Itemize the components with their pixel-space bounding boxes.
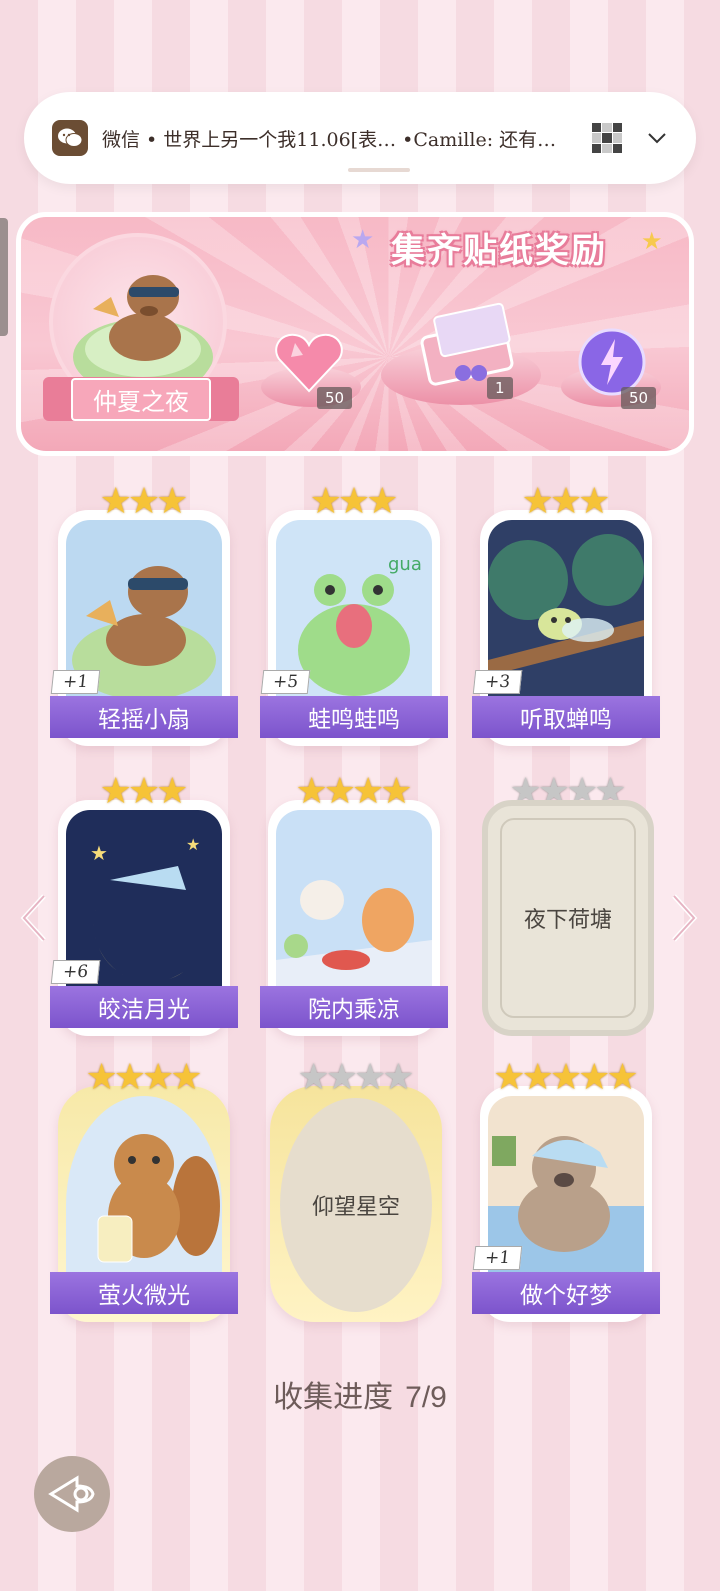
sticker-label: 蛙鸣蛙鸣 <box>260 696 448 738</box>
star-rating: ★ ★ ★ ★ <box>297 1057 415 1098</box>
sticker-label: 轻摇小扇 <box>50 696 238 738</box>
notification-thumbnail <box>592 123 622 153</box>
reward-count: 50 <box>317 387 353 409</box>
star-rating: ★ ★ ★ <box>99 771 189 812</box>
duplicate-count: +3 <box>472 670 523 694</box>
sticker-card[interactable]: ★ ★ ★ gua +5 蛙鸣蛙鸣 <box>260 484 448 746</box>
sticker-card[interactable]: ★ ★ ★ +1 轻摇小扇 <box>50 484 238 746</box>
star-rating: ★ ★ ★ ★ <box>295 771 413 812</box>
star-icon: ★ <box>641 227 663 255</box>
sticker-card-locked[interactable]: ★ ★ ★ ★ 仰望星空 <box>270 1060 442 1322</box>
svg-text:gua: gua <box>388 554 422 575</box>
sticker-card[interactable]: ★ ★ ★ ★ ★ +6 皎洁月光 <box>50 774 238 1036</box>
star-rating: ★ ★ ★ <box>521 481 611 522</box>
star-rating: ★ ★ ★ ★ ★ <box>493 1057 639 1098</box>
sticker-card-locked[interactable]: ★ ★ ★ ★ 夜下荷塘 <box>482 774 654 1036</box>
wechat-icon <box>52 120 88 156</box>
star-rating: ★ ★ ★ ★ <box>85 1057 203 1098</box>
chevron-right-icon[interactable] <box>664 890 704 946</box>
reward-banner: ★ 集齐贴纸奖励 ★ 仲夏之夜 50 1 50 <box>16 212 694 456</box>
back-button[interactable] <box>34 1456 110 1532</box>
sticker-label: 皎洁月光 <box>50 986 238 1028</box>
notification-banner[interactable]: 微信 • 世界上另一个我11.06[表… •Camille: 还有… <box>24 92 696 184</box>
sticker-card[interactable]: ★ ★ ★ ★ 院内乘凉 <box>260 774 448 1036</box>
star-icon: ★ <box>351 225 375 255</box>
svg-text:★: ★ <box>186 835 200 854</box>
sticker-label: 院内乘凉 <box>260 986 448 1028</box>
reward-count: 1 <box>487 377 513 399</box>
sticker-card[interactable]: ★ ★ ★ +3 听取蝉鸣 <box>472 484 660 746</box>
sticker-label: 听取蝉鸣 <box>472 696 660 738</box>
reward-count: 50 <box>621 387 657 409</box>
duplicate-count: +5 <box>260 670 311 694</box>
chevron-left-icon[interactable] <box>14 890 54 946</box>
side-handle[interactable] <box>0 218 8 336</box>
notification-text: 微信 • 世界上另一个我11.06[表… •Camille: 还有… <box>102 128 557 151</box>
album-name: 仲夏之夜 <box>71 377 211 421</box>
svg-text:★: ★ <box>90 841 108 865</box>
duplicate-count: +1 <box>472 1246 523 1270</box>
duplicate-count: +1 <box>50 670 101 694</box>
sticker-label: 做个好梦 <box>472 1272 660 1314</box>
collection-progress: 收集进度 7/9 <box>0 1372 720 1416</box>
progress-label: 收集进度 <box>273 1380 394 1415</box>
sticker-label: 夜下荷塘 <box>523 908 612 933</box>
sticker-label: 萤火微光 <box>50 1272 238 1314</box>
duplicate-count: +6 <box>50 960 101 984</box>
sticker-card[interactable]: ★ ★ ★ ★ ★ +1 做个好梦 <box>472 1060 660 1322</box>
banner-title: 集齐贴纸奖励 <box>391 231 607 271</box>
sticker-card[interactable]: ★ ★ ★ ★ 萤火微光 <box>50 1060 238 1322</box>
back-arrow-icon <box>48 1475 95 1513</box>
star-rating: ★ ★ ★ <box>309 481 399 522</box>
star-rating: ★ ★ ★ <box>99 481 189 522</box>
sticker-label: 仰望星空 <box>311 1195 400 1220</box>
progress-value: 7/9 <box>405 1381 447 1414</box>
album-ribbon: 仲夏之夜 <box>43 377 239 421</box>
notification-handle <box>348 168 410 172</box>
chevron-down-icon[interactable] <box>646 127 668 149</box>
